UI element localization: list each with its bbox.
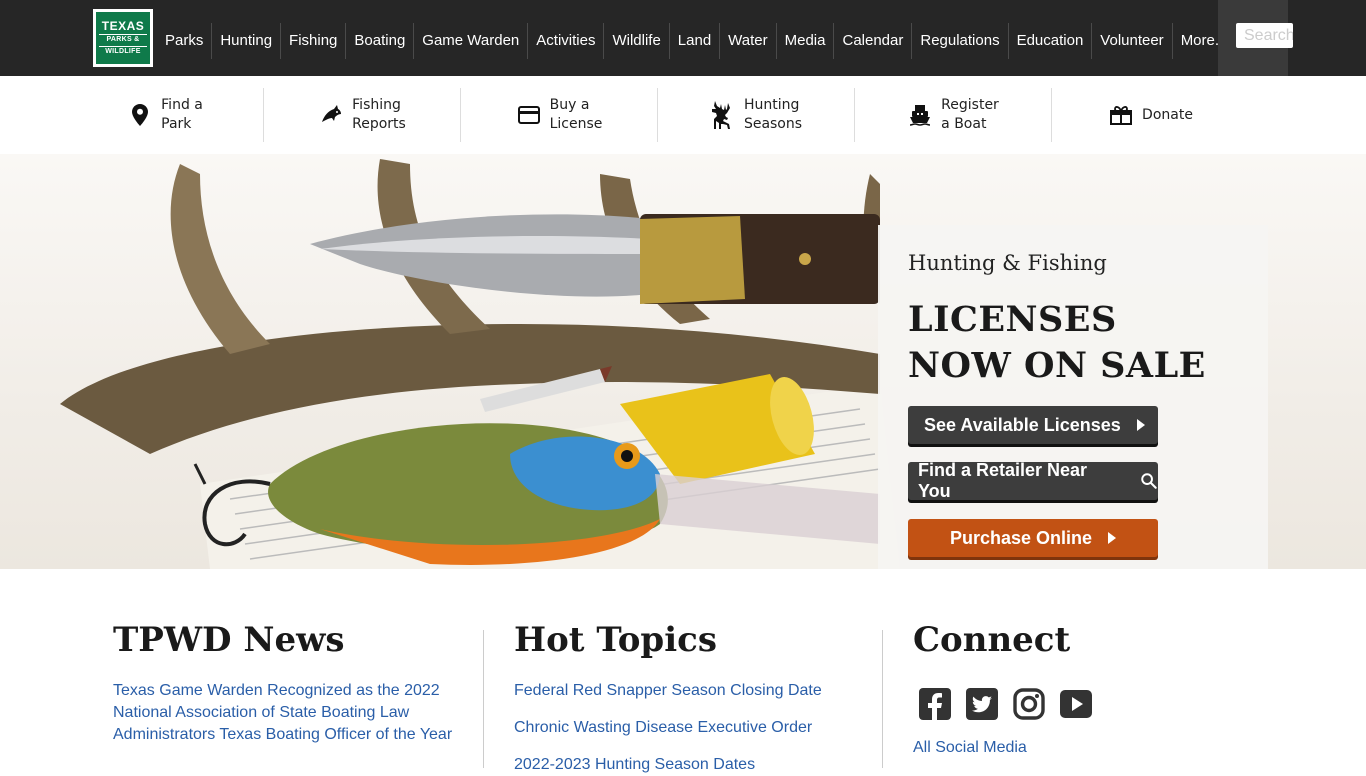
all-social-media-link[interactable]: All Social Media bbox=[913, 737, 1027, 759]
arrow-right-icon bbox=[1136, 419, 1145, 431]
quick-donate[interactable]: Donate bbox=[1052, 88, 1249, 142]
quick-fishing-reports[interactable]: Fishing Reports bbox=[264, 88, 461, 142]
nav-calendar[interactable]: Calendar bbox=[834, 23, 913, 59]
see-licenses-button[interactable]: See Available Licenses bbox=[908, 406, 1158, 444]
connect-column: Connect bbox=[913, 620, 1070, 660]
news-column: TPWD News Texas Game Warden Recognized a… bbox=[113, 620, 473, 746]
search-placeholder: Search bbox=[1244, 26, 1293, 44]
connect-title: Connect bbox=[913, 620, 1071, 660]
column-divider bbox=[483, 630, 484, 768]
arrow-right-icon bbox=[1108, 532, 1117, 544]
search-icon bbox=[1141, 473, 1157, 489]
top-nav-bar: TEXAS PARKS & WILDLIFE Parks Hunting Fis… bbox=[0, 0, 1366, 76]
map-pin-icon bbox=[127, 102, 153, 128]
promo-title: LICENSES NOW ON SALE bbox=[908, 299, 1206, 386]
hero-image bbox=[60, 159, 900, 569]
nav-game-warden[interactable]: Game Warden bbox=[414, 23, 529, 59]
quick-register-boat-label: Register a Boat bbox=[941, 97, 999, 132]
nav-regulations[interactable]: Regulations bbox=[912, 23, 1009, 59]
hot-topic-link[interactable]: Federal Red Snapper Season Closing Date bbox=[514, 680, 822, 702]
nav-water[interactable]: Water bbox=[720, 23, 777, 59]
nav-hunting[interactable]: Hunting bbox=[212, 23, 282, 59]
boat-icon bbox=[907, 102, 933, 128]
logo-line-3: WILDLIFE bbox=[99, 46, 147, 56]
news-title: TPWD News bbox=[113, 620, 345, 660]
nav-education[interactable]: Education bbox=[1009, 23, 1093, 59]
quick-hunting-seasons-label: Hunting Seasons bbox=[743, 97, 803, 132]
nav-fishing[interactable]: Fishing bbox=[281, 23, 347, 59]
logo-badge: TEXAS PARKS & WILDLIFE bbox=[95, 11, 151, 65]
main-nav: Parks Hunting Fishing Boating Game Warde… bbox=[157, 23, 1235, 59]
tpwd-logo[interactable]: TEXAS PARKS & WILDLIFE bbox=[93, 9, 153, 67]
hot-topic-link[interactable]: Chronic Wasting Disease Executive Order bbox=[514, 717, 822, 739]
hot-topics-column: Hot Topics Federal Red Snapper Season Cl… bbox=[514, 620, 822, 776]
gift-icon bbox=[1108, 102, 1134, 128]
find-retailer-button[interactable]: Find a Retailer Near You bbox=[908, 460, 1158, 501]
twitter-icon[interactable] bbox=[965, 687, 999, 721]
social-icons bbox=[918, 687, 1106, 721]
nav-land[interactable]: Land bbox=[670, 23, 721, 59]
search-area: Search bbox=[1218, 0, 1293, 76]
quick-donate-label: Donate bbox=[1142, 106, 1193, 123]
credit-card-icon bbox=[516, 102, 542, 128]
deer-icon bbox=[710, 101, 736, 129]
logo-line-2: PARKS & bbox=[99, 34, 147, 44]
nav-boating[interactable]: Boating bbox=[346, 23, 415, 59]
quick-buy-license[interactable]: Buy a License bbox=[461, 88, 658, 142]
news-link[interactable]: Texas Game Warden Recognized as the 2022… bbox=[113, 680, 473, 746]
promo-subtitle: Hunting & Fishing bbox=[908, 251, 1107, 275]
nav-volunteer[interactable]: Volunteer bbox=[1092, 23, 1173, 59]
purchase-online-button[interactable]: Purchase Online bbox=[908, 519, 1158, 557]
hot-topic-link[interactable]: 2022-2023 Hunting Season Dates bbox=[514, 754, 822, 776]
quick-fishing-reports-label: Fishing Reports bbox=[352, 97, 406, 132]
nav-activities[interactable]: Activities bbox=[528, 23, 605, 59]
license-promo-panel: Hunting & Fishing LICENSES NOW ON SALE S… bbox=[878, 225, 1268, 569]
column-divider bbox=[882, 630, 883, 768]
instagram-icon[interactable] bbox=[1012, 687, 1046, 721]
quick-find-park[interactable]: Find a Park bbox=[67, 88, 264, 142]
nav-parks[interactable]: Parks bbox=[157, 23, 213, 59]
hero-banner: Hunting & Fishing LICENSES NOW ON SALE S… bbox=[0, 154, 1366, 569]
see-licenses-label: See Available Licenses bbox=[924, 414, 1121, 435]
quick-buy-license-label: Buy a License bbox=[549, 97, 603, 132]
facebook-icon[interactable] bbox=[918, 687, 952, 721]
logo-line-1: TEXAS bbox=[101, 19, 145, 33]
quick-find-park-label: Find a Park bbox=[161, 97, 203, 132]
quick-register-boat[interactable]: Register a Boat bbox=[855, 88, 1052, 142]
purchase-online-label: Purchase Online bbox=[949, 527, 1093, 548]
quick-links-bar: Find a Park Fishing Reports Buy a Licens… bbox=[67, 88, 1250, 142]
quick-hunting-seasons[interactable]: Hunting Seasons bbox=[658, 88, 855, 142]
fish-icon bbox=[318, 102, 344, 128]
nav-media[interactable]: Media bbox=[777, 23, 835, 59]
nav-wildlife[interactable]: Wildlife bbox=[604, 23, 670, 59]
find-retailer-label: Find a Retailer Near You bbox=[918, 460, 1088, 501]
hot-topics-title: Hot Topics bbox=[514, 620, 717, 660]
youtube-icon[interactable] bbox=[1059, 687, 1093, 721]
search-input[interactable]: Search bbox=[1236, 23, 1293, 48]
